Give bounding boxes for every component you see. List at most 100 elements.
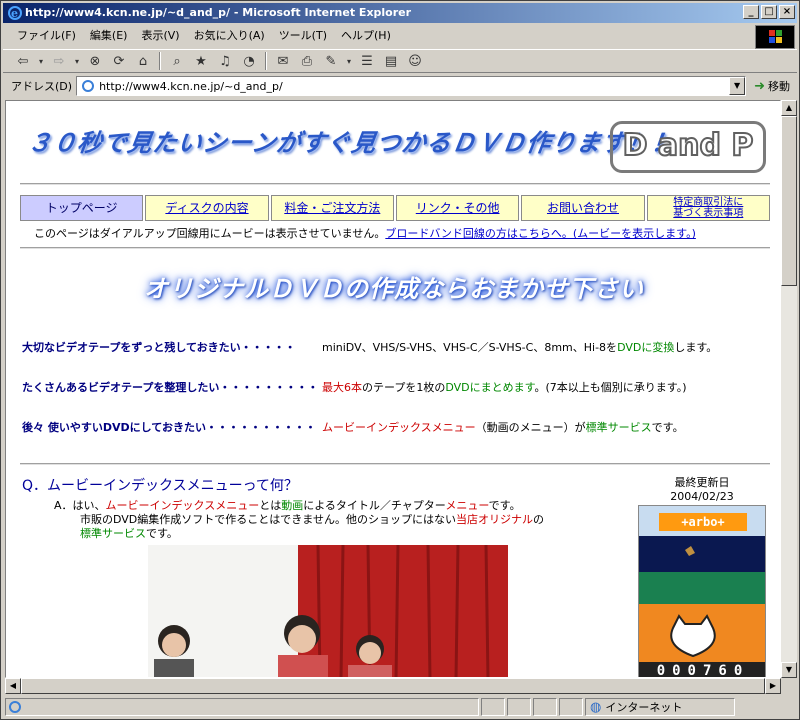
dialup-notice: このページはダイアルアップ回線用にムービーは表示させていません。ブロードバンド回… [34,225,696,241]
address-label: アドレス(D) [11,80,73,93]
counter-digits: 000760 [656,663,750,678]
home-icon[interactable]: ⌂ [133,52,153,70]
nav-contact[interactable]: お問い合わせ [521,195,645,221]
answer-line2-end: の [532,513,544,526]
status-cell [507,698,531,716]
menu-favorites[interactable]: お気に入り(A) [188,27,271,43]
divider [20,183,770,185]
print-icon[interactable]: ⎙ [297,52,317,70]
menu-file[interactable]: ファイル(F) [11,27,82,43]
menu-bar: ファイル(F) 編集(E) 表示(V) お気に入り(A) ツール(T) ヘルプ(… [3,25,753,45]
messenger-icon[interactable]: ☺ [405,52,425,70]
main-nav: トップページ ディスクの内容 料金・ご注文方法 リンク・その他 お問い合わせ 特… [20,195,770,223]
answer-prefix: A．はい、 [54,499,106,512]
scroll-right-button[interactable]: ▶ [765,678,781,694]
vertical-scroll-thumb[interactable] [781,116,797,286]
site-logo[interactable]: D and P [610,121,766,173]
refresh-icon[interactable]: ⟳ [109,52,129,70]
last-updated-date: 2004/02/23 [670,490,734,503]
main-banner: オリジナルＤＶＤの作成ならおまかせ下さい [144,275,644,303]
answer-text1: とは [259,499,282,512]
divider [20,463,770,465]
status-cell [533,698,557,716]
menu-tools[interactable]: ツール(T) [273,27,333,43]
address-dropdown-button[interactable]: ▼ [729,77,746,95]
answer-text: A．はい、ムービーインデックスメニューとは動画によるタイトル／チャプターメニュー… [54,499,594,541]
page-done-icon [9,701,21,713]
answer-original: 当店オリジナル [455,513,533,526]
scroll-left-button[interactable]: ◀ [5,678,21,694]
scroll-down-button[interactable]: ▼ [781,662,797,678]
vertical-scrollbar[interactable]: ▲ ▼ [781,100,797,678]
notice-text: このページはダイアルアップ回線用にムービーは表示させていません。 [34,227,386,240]
dropdown-arrow-icon[interactable]: ▾ [73,52,81,70]
search-icon[interactable]: ⌕ [167,52,187,70]
zone-label: インターネット [605,701,683,714]
address-input[interactable]: http://www4.kcn.ne.jp/~d_and_p/ ▼ [76,76,747,96]
dropdown-arrow-icon[interactable]: ▾ [37,52,45,70]
last-updated-label: 最終更新日 [674,476,730,489]
minimize-button[interactable]: _ [743,5,759,19]
history-icon[interactable]: ◔ [239,52,259,70]
feature-3-text: （動画のメニュー）が [475,421,586,434]
browser-window: e http://www4.kcn.ne.jp/~d_and_p/ - Micr… [0,0,800,720]
favorites-icon[interactable]: ★ [191,52,211,70]
feature-3-label: 後々 使いやすいDVDにしておきたい・・・・・・・・・・ [22,421,316,434]
go-arrow-icon: ➜ [754,78,765,94]
dropdown-arrow-icon[interactable]: ▾ [345,52,353,70]
feature-2-text: のテープを1枚の [362,381,446,394]
research-icon[interactable]: ▤ [381,52,401,70]
mail-icon[interactable]: ✉ [273,52,293,70]
sample-video-photo [148,545,508,677]
feature-2-end: 。(7本以上も個別に承ります。) [534,381,687,394]
media-icon[interactable]: ♫ [215,52,235,70]
feature-2-label: たくさんあるビデオテープを整理したい・・・・・・・・・ [22,381,319,394]
toolbar-separator [265,52,267,70]
feature-1-highlight: DVDに変換 [617,341,675,354]
back-arrow-icon[interactable]: ⇦ [13,52,33,70]
nav-pricing-order[interactable]: 料金・ご注文方法 [270,195,394,221]
nav-legal-notice[interactable]: 特定商取引法に 基づく表示事項 [646,195,770,221]
maximize-button[interactable]: □ [761,5,777,19]
page-viewport: ３０秒で見たいシーンがすぐ見つかるＤＶＤ作ります！！ D and P トップペー… [5,100,781,678]
answer-text2: によるタイトル／チャプター [303,499,446,512]
nav-disc-contents[interactable]: ディスクの内容 [145,195,269,221]
status-bar: ◍ インターネット [3,697,797,717]
menu-view[interactable]: 表示(V) [135,27,185,43]
edit-icon[interactable]: ✎ [321,52,341,70]
page-header-title: ３０秒で見たいシーンがすぐ見つかるＤＶＤ作ります！！ [25,129,679,157]
nav-top-page[interactable]: トップページ [20,195,144,221]
toolbar-separator [159,52,161,70]
horizontal-scroll-thumb[interactable] [21,678,765,694]
scroll-up-button[interactable]: ▲ [781,100,797,116]
stop-icon[interactable]: ⊗ [85,52,105,70]
svg-text:e: e [11,7,18,20]
address-url: http://www4.kcn.ne.jp/~d_and_p/ [99,79,283,93]
answer-standard-service: 標準サービス [80,527,146,540]
go-button[interactable]: ➜ 移動 [754,78,790,94]
menu-edit[interactable]: 編集(E) [84,27,134,43]
title-bar: e http://www4.kcn.ne.jp/~d_and_p/ - Micr… [3,3,797,23]
menu-help[interactable]: ヘルプ(H) [335,27,397,43]
nav-links-other[interactable]: リンク・その他 [395,195,520,221]
toolbar: ⇦ ▾ ⇨ ▾ ⊗ ⟳ ⌂ ⌕ ★ ♫ ◔ ✉ ⎙ ✎ ▾ ☰ ▤ ☺ [3,49,797,73]
answer-line2: 市販のDVD編集作成ソフトで作ることはできません。他のショップにはない [80,513,456,526]
status-cell [481,698,505,716]
question-title: Q．ムービーインデックスメニューって何？ [22,478,298,494]
close-button[interactable]: × [779,5,795,19]
divider [20,247,770,249]
feature-1-label: 大切なビデオテープをずっと残しておきたい・・・・・ [22,341,296,354]
last-updated: 最終更新日 2004/02/23 [638,476,766,504]
broadband-link[interactable]: ブロードバンド回線の方はこちらへ。(ムービーを表示します。) [385,227,696,240]
feature-2-desc: 最大6本のテープを1枚のDVDにまとめます。(7本以上も個別に承ります。) [322,379,687,395]
feature-3-desc: ムービーインデックスメニュー（動画のメニュー）が標準サービスです。 [322,419,684,435]
feature-3-highlight: 標準サービス [585,421,652,434]
counter-brand: +arbo+ [681,515,725,529]
discuss-icon[interactable]: ☰ [357,52,377,70]
nav-legal-line2: 基づく表示事項 [673,208,744,219]
security-zone: ◍ インターネット [585,698,735,716]
status-cell [559,698,583,716]
answer-menu-word: メニュー [445,499,489,512]
horizontal-scrollbar[interactable]: ◀ ▶ [5,678,781,694]
forward-arrow-icon[interactable]: ⇨ [49,52,69,70]
